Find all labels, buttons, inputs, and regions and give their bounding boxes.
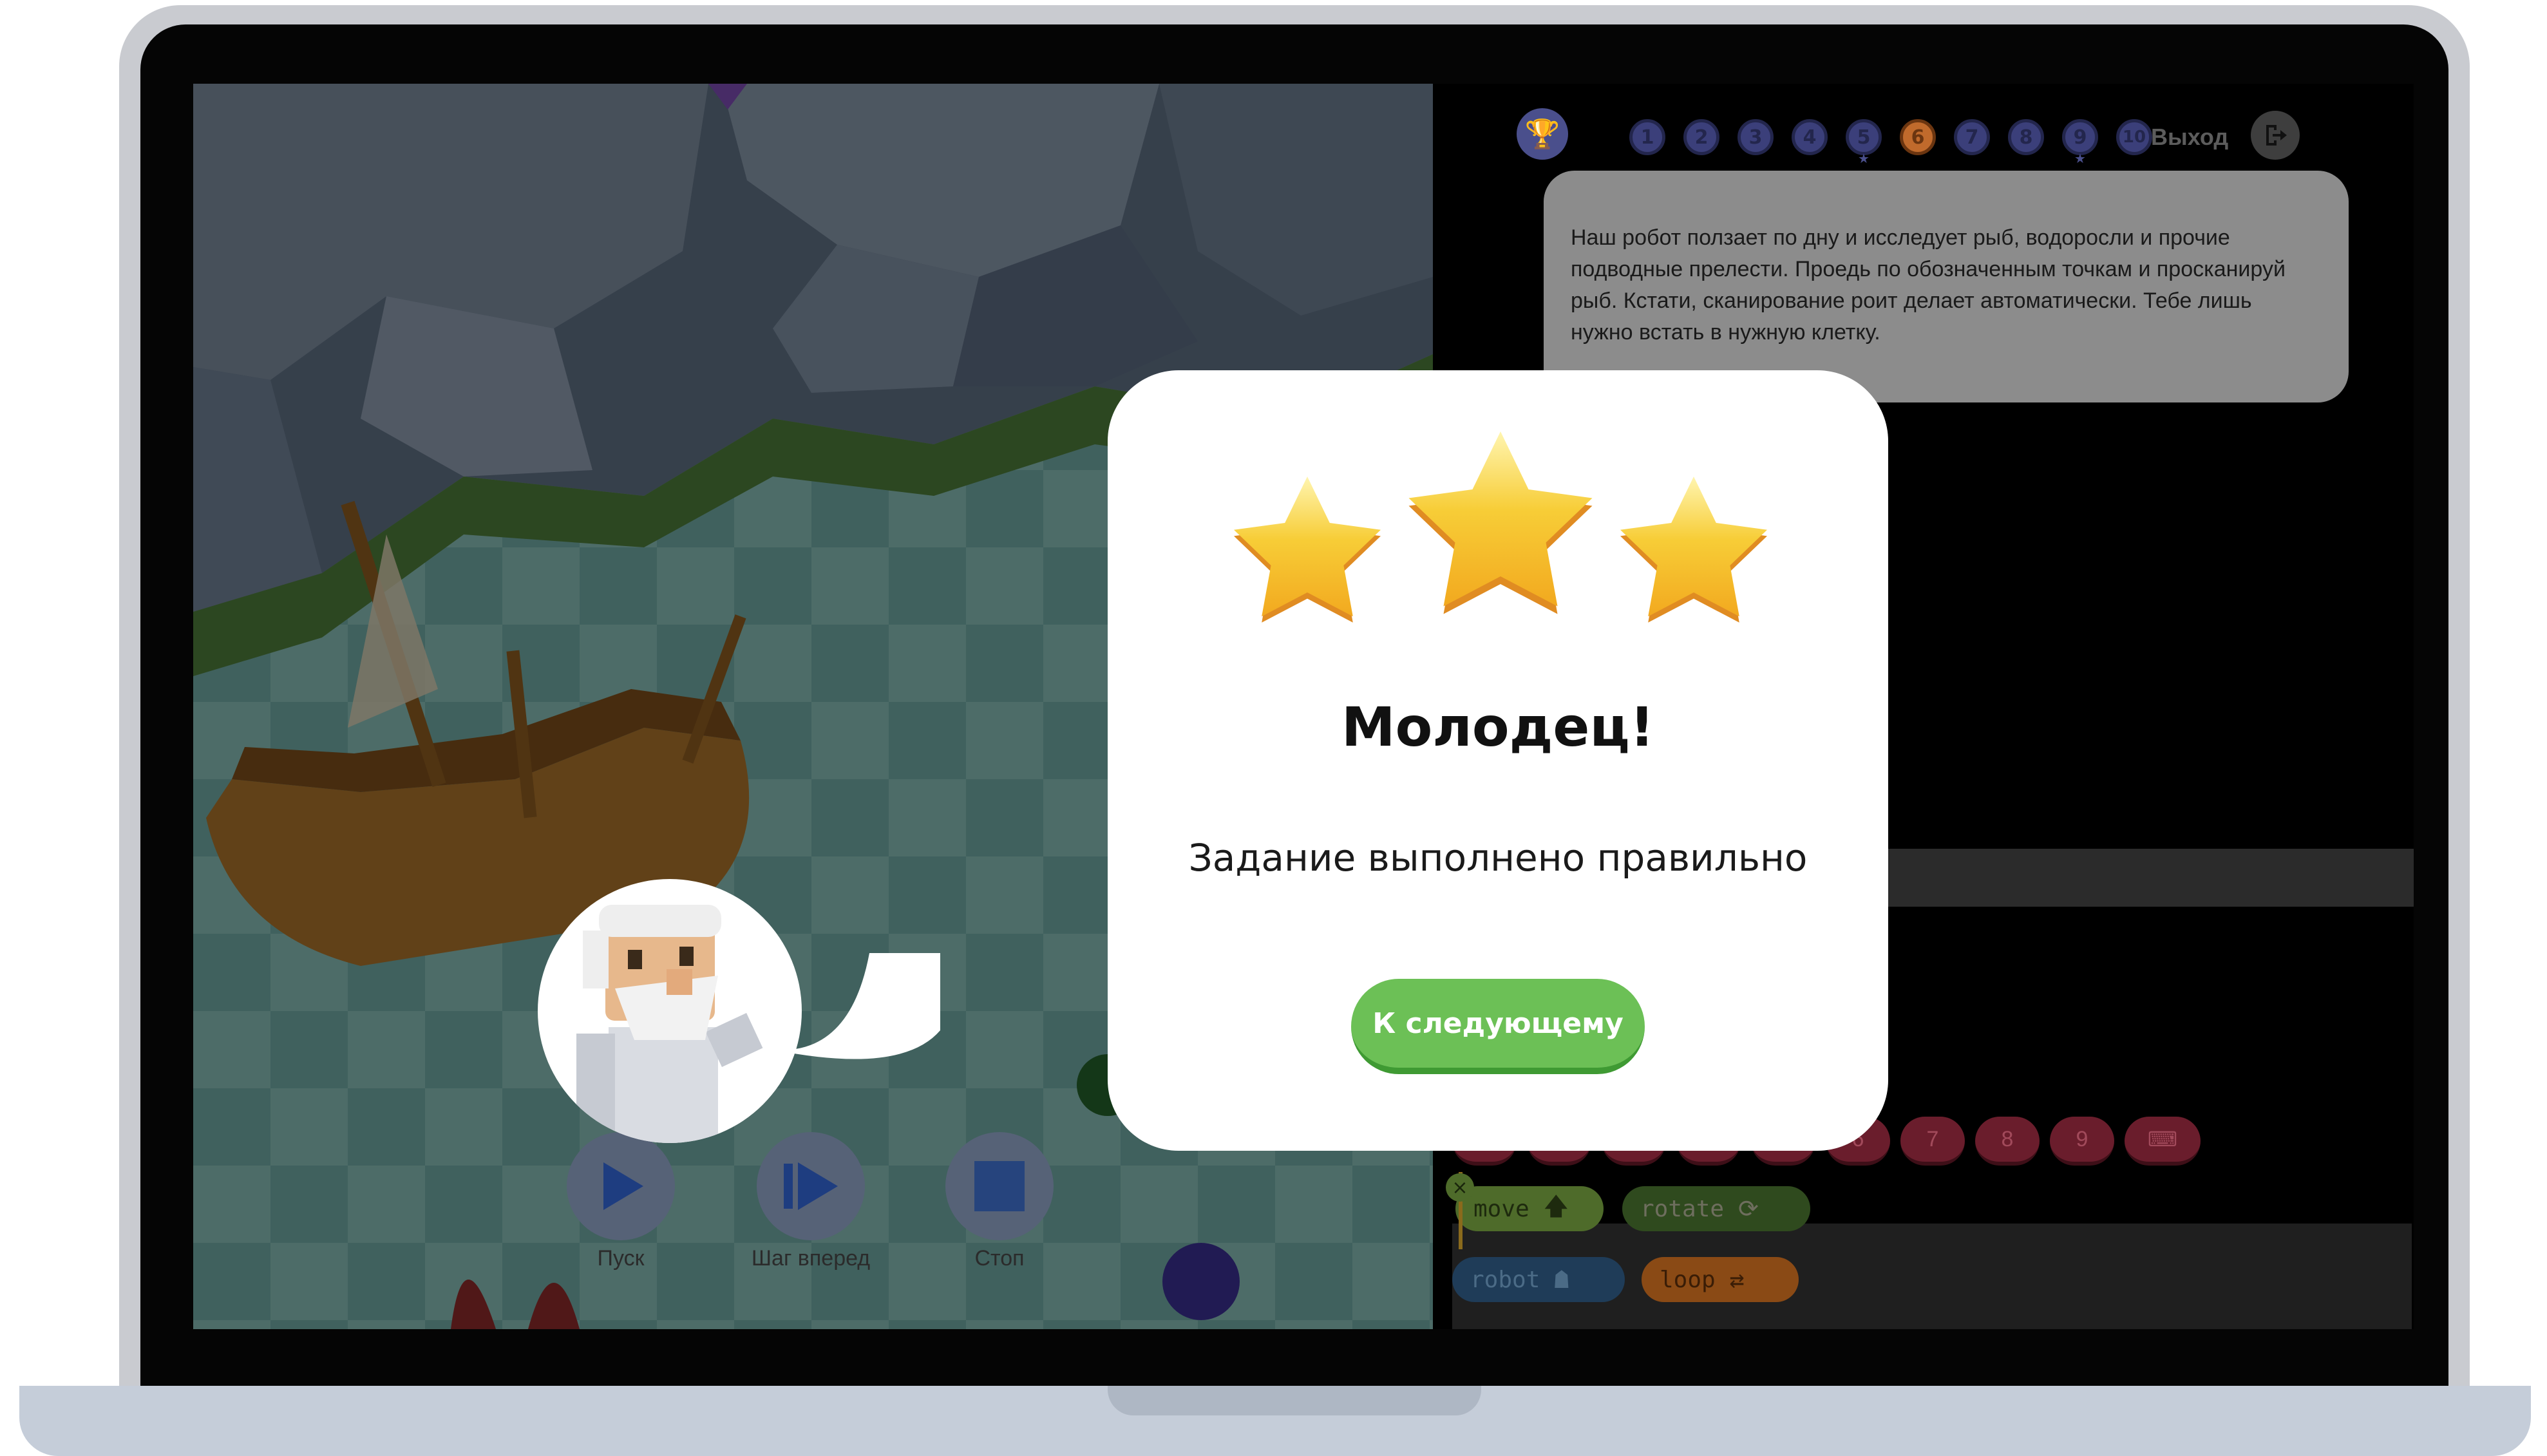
key-8[interactable]: 8 (1975, 1117, 2040, 1166)
run-label: Пуск (597, 1246, 645, 1271)
step-forward-label: Шаг вперед (751, 1246, 871, 1271)
rotate-icon: ⟳ (1738, 1195, 1759, 1223)
next-level-button[interactable]: К следующему (1351, 979, 1645, 1074)
star-mark-icon: ★ (2074, 151, 2086, 166)
trophy-button[interactable]: 🏆 (1517, 108, 1568, 160)
stop-button[interactable] (945, 1132, 1054, 1240)
key-7[interactable]: 7 (1900, 1117, 1965, 1166)
level-4[interactable]: 4 (1792, 119, 1828, 155)
success-dialog: Молодец! Задание выполнено правильно К с… (1108, 370, 1888, 1151)
dialog-message: Задание выполнено правильно (1188, 836, 1808, 880)
star-icon (1408, 431, 1593, 614)
level-10[interactable]: 10 (2116, 119, 2152, 155)
three-stars (1234, 431, 1767, 623)
robot-icon: ☗ (1554, 1265, 1569, 1294)
level-9[interactable]: 9 ★ (2062, 119, 2098, 166)
task-description: Наш робот ползает по дну и исследует рыб… (1544, 171, 2349, 402)
level-progress: 1 2 3 4 5 ★ 6 7 8 9 ★ 10 (1629, 115, 2170, 166)
app-screen: Пуск Шаг вперед Стоп 🏆 1 2 3 4 5 ★ 6 7 8… (193, 84, 2414, 1329)
speech-bubble-tail (773, 953, 940, 1059)
level-6-current[interactable]: 6 (1900, 119, 1936, 155)
rotate-block[interactable]: rotate ⟳ (1622, 1186, 1810, 1231)
exit-icon (2266, 125, 2287, 146)
level-1[interactable]: 1 (1629, 119, 1665, 155)
professor-illustration (576, 905, 763, 1143)
level-2[interactable]: 2 (1683, 119, 1719, 155)
move-block[interactable]: move 🡅 (1455, 1186, 1604, 1231)
play-icon (603, 1162, 643, 1210)
level-3[interactable]: 3 (1737, 119, 1774, 155)
step-forward-button[interactable] (757, 1132, 865, 1240)
keyboard-icon: ⌨ (2147, 1128, 2178, 1151)
star-icon (1234, 477, 1381, 623)
star-icon (1620, 477, 1767, 623)
robot-block[interactable]: robot ☗ (1452, 1257, 1625, 1302)
key-9[interactable]: 9 (2050, 1117, 2114, 1166)
arrow-up-icon: 🡅 (1543, 1191, 1569, 1220)
dialog-title: Молодец! (1341, 695, 1654, 759)
stop-icon (974, 1161, 1025, 1211)
exit-button[interactable] (2251, 111, 2300, 160)
loop-block[interactable]: loop ⇄ (1642, 1257, 1799, 1302)
star-mark-icon: ★ (1858, 151, 1870, 166)
level-5[interactable]: 5 ★ (1846, 119, 1882, 166)
close-block-icon[interactable]: × (1446, 1173, 1474, 1202)
level-7[interactable]: 7 (1954, 119, 1990, 155)
exit-label[interactable]: Выход (2151, 115, 2228, 160)
run-button[interactable] (567, 1132, 675, 1240)
trophy-icon: 🏆 (1524, 118, 1560, 151)
keyboard-button[interactable]: ⌨ (2125, 1117, 2201, 1166)
loop-icon: ⇄ (1729, 1265, 1745, 1294)
professor-avatar (538, 879, 802, 1143)
step-forward-icon (784, 1162, 838, 1210)
stop-label: Стоп (974, 1246, 1025, 1271)
level-8[interactable]: 8 (2008, 119, 2044, 155)
laptop-notch (1108, 1386, 1481, 1415)
